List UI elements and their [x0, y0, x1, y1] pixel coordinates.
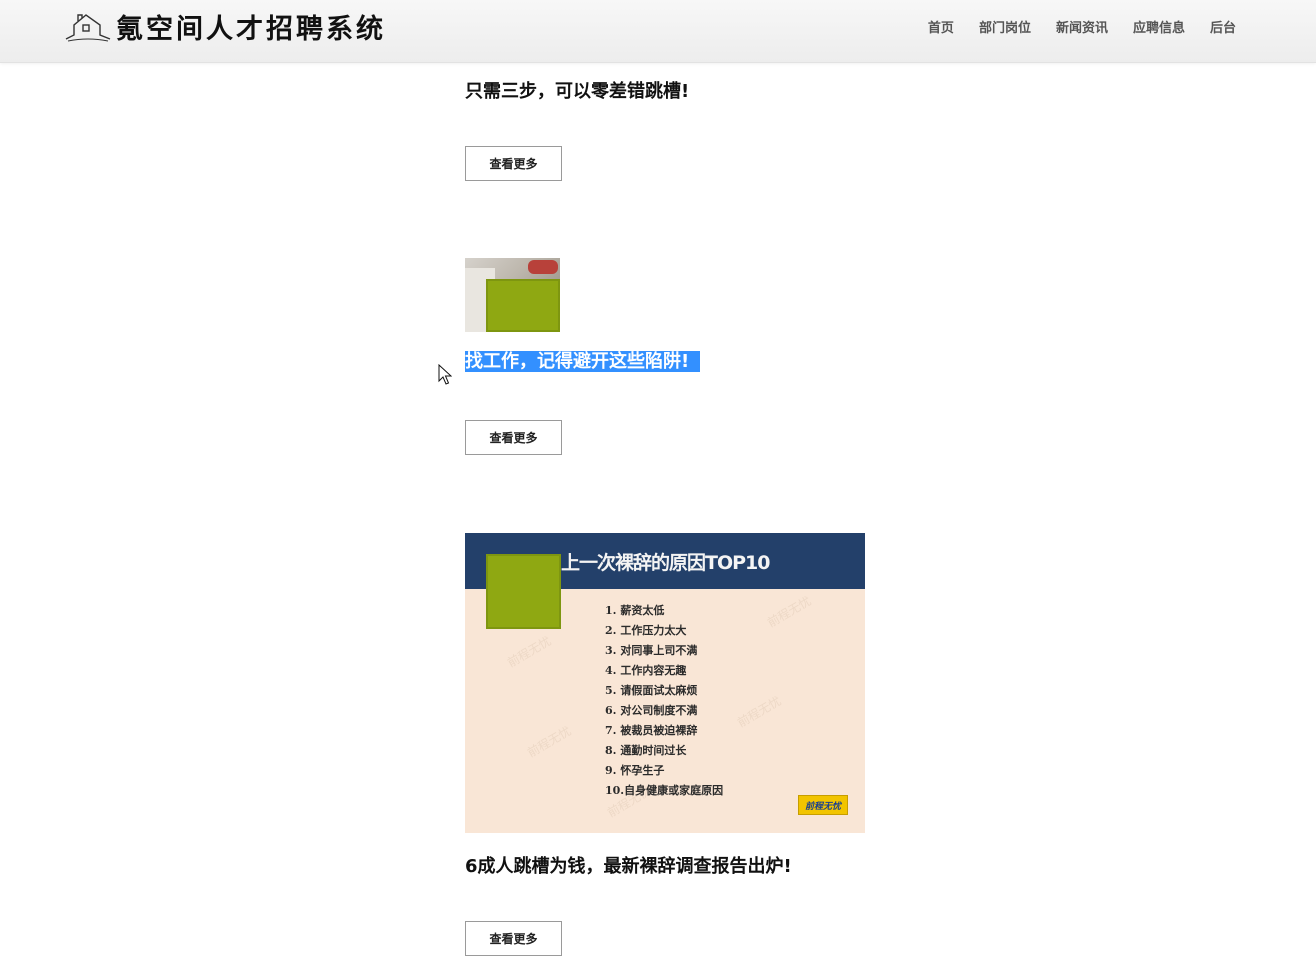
nav-departments[interactable]: 部门岗位 [979, 17, 1031, 36]
thumbnail-hand [528, 260, 558, 274]
nav-news[interactable]: 新闻资讯 [1056, 17, 1108, 36]
poster-list-item: 1. 薪资太低 [605, 604, 665, 617]
selected-text: 找工作，记得避开这些陷阱! [465, 351, 701, 372]
image-placeholder-overlay [486, 554, 561, 629]
poster-list-item: 7. 被裁员被迫裸辞 [605, 724, 698, 737]
watermark: 前程无忧 [734, 693, 784, 730]
site-title: 氪空间人才招聘系统 [116, 13, 386, 45]
nav-home[interactable]: 首页 [928, 17, 954, 36]
watermark: 前程无忧 [524, 723, 574, 760]
poster-list-item: 10.自身健康或家庭原因 [605, 784, 724, 797]
poster-brand-badge: 前程无忧 [798, 795, 848, 815]
watermark: 前程无忧 [764, 593, 814, 630]
poster-list-item: 9. 怀孕生子 [605, 764, 665, 777]
read-more-button-2[interactable]: 查看更多 [465, 420, 562, 455]
watermark: 前程无忧 [504, 633, 554, 670]
article-title-2[interactable]: 找工作，记得避开这些陷阱! [465, 349, 701, 374]
read-more-button-3[interactable]: 查看更多 [465, 921, 562, 956]
article-image-3[interactable]: 前程无忧 前程无忧 前程无忧 前程无忧 前程无忧 上一次裸辞的原因TOP10 1… [465, 533, 865, 833]
poster-list-item: 5. 请假面试太麻烦 [605, 684, 698, 697]
poster-list-item: 8. 通勤时间过长 [605, 744, 687, 757]
site-header: 氪空间人才招聘系统 首页 部门岗位 新闻资讯 应聘信息 后台 [0, 0, 1316, 63]
poster-list-item: 6. 对公司制度不满 [605, 704, 698, 717]
poster-title: 上一次裸辞的原因TOP10 [561, 552, 770, 574]
article-title-1[interactable]: 只需三步，可以零差错跳槽! [465, 77, 689, 103]
poster-list-item: 2. 工作压力太大 [605, 624, 687, 637]
nav-admin[interactable]: 后台 [1210, 17, 1236, 36]
mouse-cursor-icon [438, 364, 452, 385]
poster-list-item: 4. 工作内容无趣 [605, 664, 687, 677]
nav-applications[interactable]: 应聘信息 [1133, 17, 1185, 36]
main-nav: 首页 部门岗位 新闻资讯 应聘信息 后台 [928, 17, 1236, 36]
image-placeholder-overlay [486, 279, 560, 332]
poster-list-item: 3. 对同事上司不满 [605, 644, 698, 657]
article-title-3[interactable]: 6成人跳槽为钱，最新裸辞调查报告出炉! [465, 852, 792, 878]
poster-reason-list: 1. 薪资太低 2. 工作压力太大 3. 对同事上司不满 4. 工作内容无趣 5… [605, 601, 723, 801]
article-thumbnail-2[interactable] [465, 258, 560, 332]
house-logo-icon [65, 14, 111, 42]
site-logo[interactable]: 氪空间人才招聘系统 [64, 8, 386, 45]
read-more-button-1[interactable]: 查看更多 [465, 146, 562, 181]
